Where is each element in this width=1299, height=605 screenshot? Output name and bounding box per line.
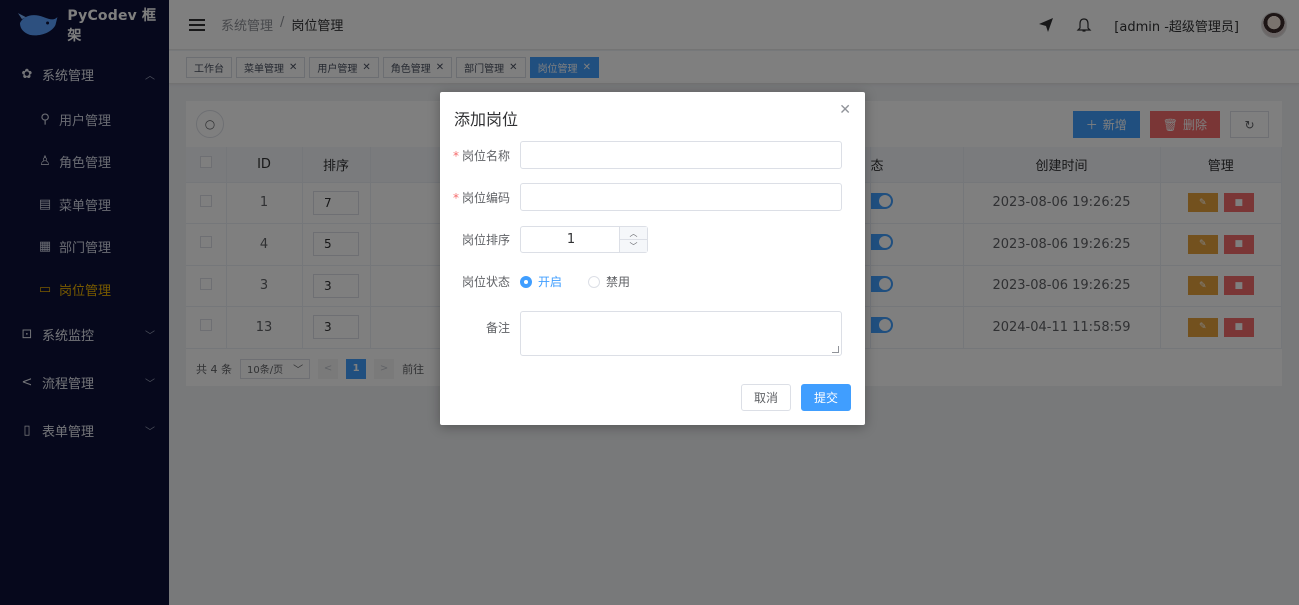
form-row-status: 岗位状态 开启 禁用 bbox=[440, 273, 656, 290]
status-radio-off[interactable]: 禁用 bbox=[588, 273, 630, 290]
form-row-name: * 岗位名称 bbox=[440, 141, 842, 169]
cancel-button[interactable]: 取消 bbox=[740, 384, 791, 411]
dialog-footer: 取消 提交 bbox=[740, 384, 851, 411]
form-label: 岗位排序 bbox=[461, 233, 510, 247]
form-label: * 岗位名称 bbox=[440, 147, 520, 164]
status-radio-on[interactable]: 开启 bbox=[520, 273, 562, 290]
form-row-remark: 备注 bbox=[440, 311, 842, 356]
required-mark: * bbox=[452, 148, 459, 163]
remark-textarea[interactable] bbox=[520, 311, 842, 356]
radio-label: 禁用 bbox=[606, 275, 631, 289]
radio-dot[interactable] bbox=[588, 275, 601, 288]
post-name-input[interactable] bbox=[520, 141, 842, 169]
radio-dot[interactable] bbox=[520, 275, 532, 288]
submit-button[interactable]: 提交 bbox=[800, 384, 851, 411]
chevron-up-icon[interactable]: ︿ bbox=[620, 227, 647, 240]
required-mark: * bbox=[452, 190, 459, 205]
form-label: 备注 bbox=[485, 321, 510, 335]
chevron-down-icon[interactable]: ﹀ bbox=[620, 240, 647, 252]
stepper-value[interactable]: 1 bbox=[521, 232, 621, 247]
form-label: * 岗位编码 bbox=[440, 189, 520, 206]
add-post-dialog: 添加岗位 ✕ * 岗位名称 * 岗位编码 岗位排序 1 ︿ ﹀ 岗位状态 开启 禁用… bbox=[440, 92, 865, 425]
field-label-text: 岗位编码 bbox=[461, 190, 510, 205]
post-code-input[interactable] bbox=[520, 183, 842, 211]
close-icon[interactable]: ✕ bbox=[839, 102, 851, 118]
field-label-text: 岗位名称 bbox=[461, 148, 510, 163]
dialog-title: 添加岗位 bbox=[454, 110, 519, 129]
form-row-sort: 岗位排序 1 ︿ ﹀ bbox=[440, 226, 648, 253]
post-sort-stepper[interactable]: 1 ︿ ﹀ bbox=[520, 226, 648, 253]
form-row-code: * 岗位编码 bbox=[440, 183, 842, 211]
form-label: 岗位状态 bbox=[461, 275, 510, 289]
radio-label: 开启 bbox=[538, 275, 563, 289]
